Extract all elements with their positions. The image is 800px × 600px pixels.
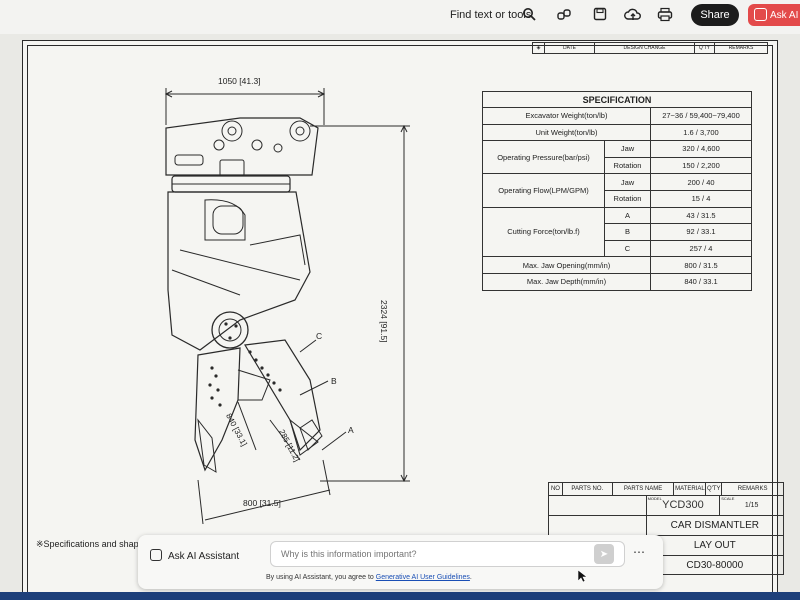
spec-unit-label: Unit Weight(ton/lb) bbox=[482, 123, 651, 142]
spec-pressure-jaw: Jaw bbox=[604, 140, 651, 158]
spec-opening-label: Max. Jaw Opening(mm/in) bbox=[482, 256, 651, 274]
spec-pressure-jaw-value: 320 / 4,600 bbox=[650, 140, 752, 158]
dim-width-top: 1050 [41.3] bbox=[218, 76, 261, 86]
spec-cut-a: A bbox=[604, 206, 651, 225]
ai-assistant-icon bbox=[150, 549, 162, 561]
label-c: C bbox=[316, 331, 323, 341]
spec-cut-c-value: 257 / 4 bbox=[650, 239, 752, 258]
taskbar bbox=[0, 592, 800, 600]
more-options-icon[interactable]: ⋯ bbox=[633, 545, 645, 559]
ai-question-input[interactable] bbox=[270, 541, 625, 567]
tb-material: MATERIAL bbox=[674, 483, 707, 495]
tb-qty: Q'TY bbox=[706, 483, 723, 495]
spec-unit-value: 1.6 / 3,700 bbox=[650, 123, 752, 142]
ai-footer-prefix: By using AI Assistant, you agree to bbox=[266, 574, 374, 581]
tb-model: YCD300 bbox=[662, 499, 704, 511]
spec-cut-c: C bbox=[604, 239, 651, 258]
spec-cut-b-value: 92 / 33.1 bbox=[650, 223, 752, 241]
ai-assistant-label: Ask AI Assistant bbox=[168, 551, 240, 562]
spec-title: SPECIFICATION bbox=[482, 91, 752, 108]
spec-depth-label: Max. Jaw Depth(mm/in) bbox=[482, 272, 651, 291]
spec-excavator-value: 27~36 / 59,400~79,400 bbox=[650, 107, 752, 125]
mouse-cursor-icon bbox=[578, 570, 587, 583]
label-b: B bbox=[331, 376, 337, 386]
specifications-note: ※Specifications and shap bbox=[36, 539, 139, 549]
tb-model-label: MODEL bbox=[647, 496, 662, 501]
spec-excavator-label: Excavator Weight(ton/lb) bbox=[482, 107, 651, 125]
spec-opening-value: 800 / 31.5 bbox=[650, 256, 752, 274]
spec-pressure-rot-value: 150 / 2,200 bbox=[650, 156, 752, 175]
spec-pressure-label: Operating Pressure(bar/psi) bbox=[482, 140, 605, 175]
spec-cutting-label: Cutting Force(ton/lb.f) bbox=[482, 206, 605, 258]
label-a: A bbox=[348, 425, 354, 435]
spec-depth-value: 840 / 33.1 bbox=[650, 272, 752, 291]
tb-drawing: LAY OUT bbox=[647, 536, 784, 555]
spec-pressure-rot: Rotation bbox=[604, 156, 651, 175]
spec-flow-rot: Rotation bbox=[604, 189, 651, 208]
tb-parts-no: PARTS NO. bbox=[563, 483, 613, 495]
spec-flow-jaw-value: 200 / 40 bbox=[650, 173, 752, 191]
tb-parts-name: PARTS NAME bbox=[613, 483, 675, 495]
tb-no: NO bbox=[549, 483, 563, 495]
spec-flow-label: Operating Flow(LPM/GPM) bbox=[482, 173, 605, 208]
screen: Find text or tools Share Ask AI ◈ DATE D… bbox=[0, 0, 800, 600]
specification-table: SPECIFICATION Excavator Weight(ton/lb) 2… bbox=[482, 91, 752, 291]
dim-jaw-opening: 800 [31.5] bbox=[243, 498, 281, 508]
ai-assistant-title[interactable]: Ask AI Assistant bbox=[150, 549, 239, 562]
ai-footer: By using AI Assistant, you agree to Gene… bbox=[266, 574, 472, 581]
tb-scale-label: SCALE bbox=[721, 496, 735, 501]
tb-scale: 1/15 bbox=[744, 502, 759, 509]
tb-drawing-no: CD30-80000 bbox=[647, 556, 784, 574]
ai-guidelines-link[interactable]: Generative AI User Guidelines bbox=[376, 574, 470, 581]
tb-remarks: REMARKS bbox=[722, 483, 784, 495]
spec-flow-rot-value: 15 / 4 bbox=[650, 189, 752, 208]
dim-height-total: 2324 [91.5] bbox=[379, 300, 389, 343]
send-icon[interactable]: ➤ bbox=[594, 544, 614, 564]
ai-footer-suffix: . bbox=[469, 574, 472, 581]
spec-cut-a-value: 43 / 31.5 bbox=[650, 206, 752, 225]
spec-cut-b: B bbox=[604, 223, 651, 241]
spec-flow-jaw: Jaw bbox=[604, 173, 651, 191]
tb-name: CAR DISMANTLER bbox=[647, 516, 784, 535]
